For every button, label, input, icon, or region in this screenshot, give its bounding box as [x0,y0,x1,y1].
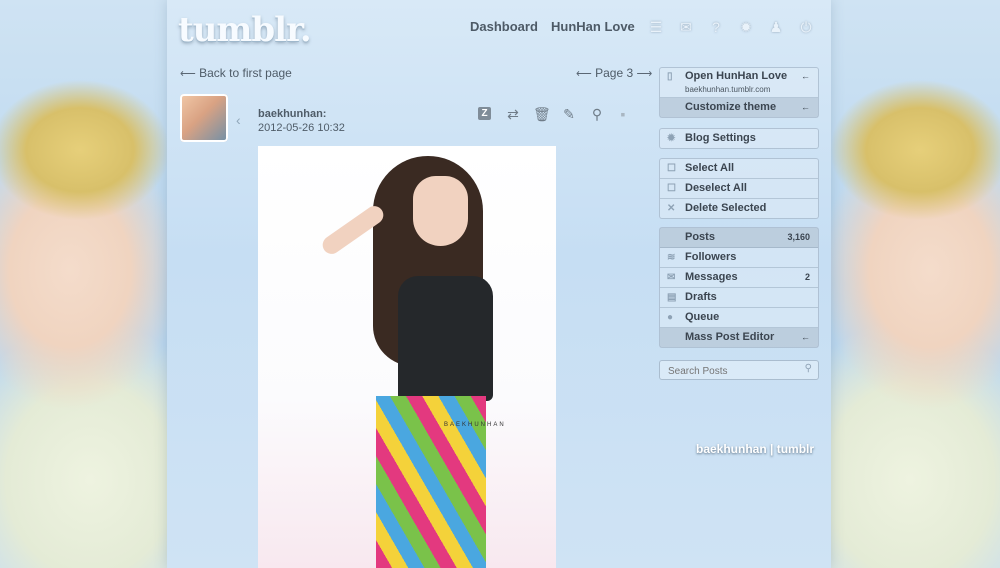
mail-icon: ✉ [667,272,676,283]
blog-links-panel: ▯ Open HunHan Love ← baekhunhan.tumblr.c… [659,67,819,118]
arrow-icon: ← [801,332,810,342]
blog-stats-panel: Posts 3,160 ≋ Followers ✉ Messages 2 ▤ D… [659,227,819,348]
page-indicator[interactable]: ⟵ Page 3 ⟶ [576,66,652,80]
photo-figure-top [398,276,493,401]
deselect-all-button[interactable]: ☐ Deselect All [660,179,818,199]
deselect-all-label: Deselect All [685,182,747,194]
sidebar-item-followers[interactable]: ≋ Followers [660,248,818,268]
followers-icon: ≋ [667,252,676,263]
blog-settings-link[interactable]: ✹ Blog Settings [660,129,818,148]
sidebar-item-posts[interactable]: Posts 3,160 [660,228,818,248]
search-posts-input[interactable] [666,363,800,379]
select-all-label: Select All [685,162,735,174]
photo-watermark: BAEKHUNHAN [444,422,506,428]
tumblr-logo[interactable]: tumblr. [178,10,312,50]
page-number-label: Page 3 [595,66,634,80]
customize-theme-label: Customize theme [685,101,777,113]
messages-label: Messages [685,271,738,283]
blog-settings-label: Blog Settings [685,132,756,144]
delete-icon[interactable]: 🗑 [533,106,551,122]
power-icon[interactable]: ⏻ [798,19,814,35]
arrow-icon: ← [801,71,810,81]
customize-theme-link[interactable]: Customize theme ← [660,98,818,117]
sidebar-item-drafts[interactable]: ▤ Drafts [660,288,818,308]
mass-post-editor-label: Mass Post Editor [685,331,775,343]
search-icon[interactable]: ⚲ [589,106,605,122]
square-icon[interactable]: ▪ [615,106,631,122]
avatar[interactable] [180,94,228,142]
notes-icon[interactable]: Z [478,107,491,120]
drafts-label: Drafts [685,291,717,303]
selection-panel: ☐ Select All ☐ Deselect All ✕ Delete Sel… [659,158,819,219]
open-blog-label: Open HunHan Love [685,70,788,82]
chevron-left-icon: ‹ [236,112,241,128]
nav-dashboard[interactable]: Dashboard [470,19,538,34]
post-date: 2012-05-26 10:32 [258,122,345,134]
theme-credit[interactable]: baekhunhan | tumblr [696,442,814,456]
blog-settings-panel: ✹ Blog Settings [659,128,819,149]
messages-count: 2 [804,272,810,282]
search-icon[interactable]: ⚲ [805,363,812,374]
queue-label: Queue [685,311,720,323]
arrow-left-icon: ⟵ [180,68,196,80]
photo-figure-face [413,176,468,246]
queue-icon: ● [667,312,674,323]
edit-icon[interactable]: ✎ [561,106,577,122]
delete-selected-button[interactable]: ✕ Delete Selected [660,199,818,218]
sidebar-item-messages[interactable]: ✉ Messages 2 [660,268,818,288]
post-photo[interactable]: BAEKHUNHAN [258,146,556,568]
select-all-button[interactable]: ☐ Select All [660,159,818,179]
checkbox-empty-icon: ☐ [667,183,676,194]
search-posts-field[interactable]: ⚲ [659,360,819,380]
arrow-right-icon: ⟶ [636,68,653,80]
sidebar-item-queue[interactable]: ● Queue [660,308,818,328]
followers-label: Followers [685,251,737,263]
checkbox-icon: ☐ [667,163,676,174]
posts-count: 3,160 [787,232,810,242]
document-icon: ▯ [667,71,673,82]
posts-label: Posts [685,231,715,243]
list-icon[interactable]: ☰ [648,19,664,35]
drafts-icon: ▤ [667,292,677,303]
open-blog-link[interactable]: ▯ Open HunHan Love ← baekhunhan.tumblr.c… [660,68,818,98]
people-icon[interactable]: ♟ [768,19,784,35]
back-to-first-page-label: Back to first page [199,66,292,80]
arrow-icon: ← [801,102,810,112]
gear-icon: ✹ [667,133,676,144]
delete-icon: ✕ [667,203,676,214]
mail-icon[interactable]: ✉ [678,19,694,35]
delete-selected-label: Delete Selected [685,202,767,214]
help-icon[interactable]: ? [708,19,724,35]
arrow-left-icon: ⟵ [576,68,592,80]
post-username[interactable]: baekhunhan: [258,108,326,120]
reblog-icon[interactable]: ⇄ [505,106,521,122]
blog-url: baekhunhan.tumblr.com [685,85,771,94]
nav-blog-hunhan-love[interactable]: HunHan Love [551,19,635,34]
back-to-first-page[interactable]: ⟵ Back to first page [180,66,292,80]
sidebar-item-mass-post-editor[interactable]: Mass Post Editor ← [660,328,818,347]
gear-icon[interactable]: ✹ [738,19,754,35]
